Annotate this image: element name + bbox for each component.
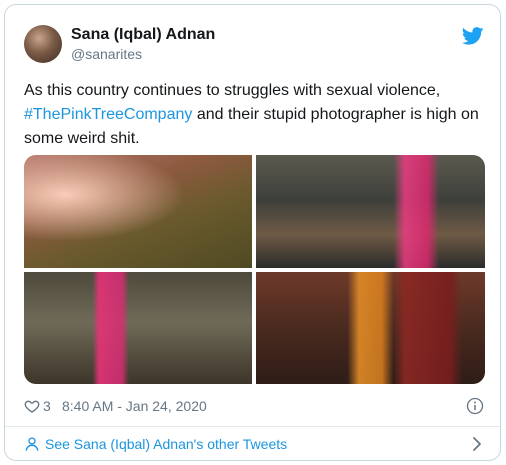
tweet-text: As this country continues to struggles w… — [24, 79, 484, 151]
avatar[interactable] — [24, 25, 62, 63]
twitter-icon[interactable] — [462, 27, 484, 45]
see-other-tweets-label[interactable]: See Sana (Iqbal) Adnan's other Tweets — [45, 436, 287, 452]
see-other-tweets-link[interactable]: See Sana (Iqbal) Adnan's other Tweets — [24, 431, 484, 457]
author-display-name[interactable]: Sana (Iqbal) Adnan — [71, 25, 215, 45]
info-icon[interactable] — [466, 397, 484, 415]
person-icon — [25, 437, 39, 451]
tweet-card: Sana (Iqbal) Adnan @sanarites As this co… — [4, 4, 501, 461]
media-photo-4[interactable] — [256, 272, 485, 384]
tweet-text-before: As this country continues to struggles w… — [24, 82, 441, 99]
author-handle[interactable]: @sanarites — [71, 45, 215, 63]
tweet-meta: 3 8:40 AM - Jan 24, 2020 — [24, 397, 484, 417]
chevron-right-icon[interactable] — [472, 436, 482, 452]
like-count: 3 — [43, 398, 51, 414]
tweet-header: Sana (Iqbal) Adnan @sanarites — [24, 23, 484, 63]
hashtag-link[interactable]: #ThePinkTreeCompany — [24, 106, 192, 123]
author-names: Sana (Iqbal) Adnan @sanarites — [71, 25, 215, 63]
media-photo-1[interactable] — [24, 155, 252, 268]
footer-divider — [5, 426, 500, 427]
media-photo-3[interactable] — [24, 272, 252, 384]
media-photo-2[interactable] — [256, 155, 485, 268]
tweet-timestamp[interactable]: 8:40 AM - Jan 24, 2020 — [62, 398, 207, 414]
tweet-media-grid — [24, 155, 485, 384]
heart-icon[interactable] — [24, 398, 40, 414]
